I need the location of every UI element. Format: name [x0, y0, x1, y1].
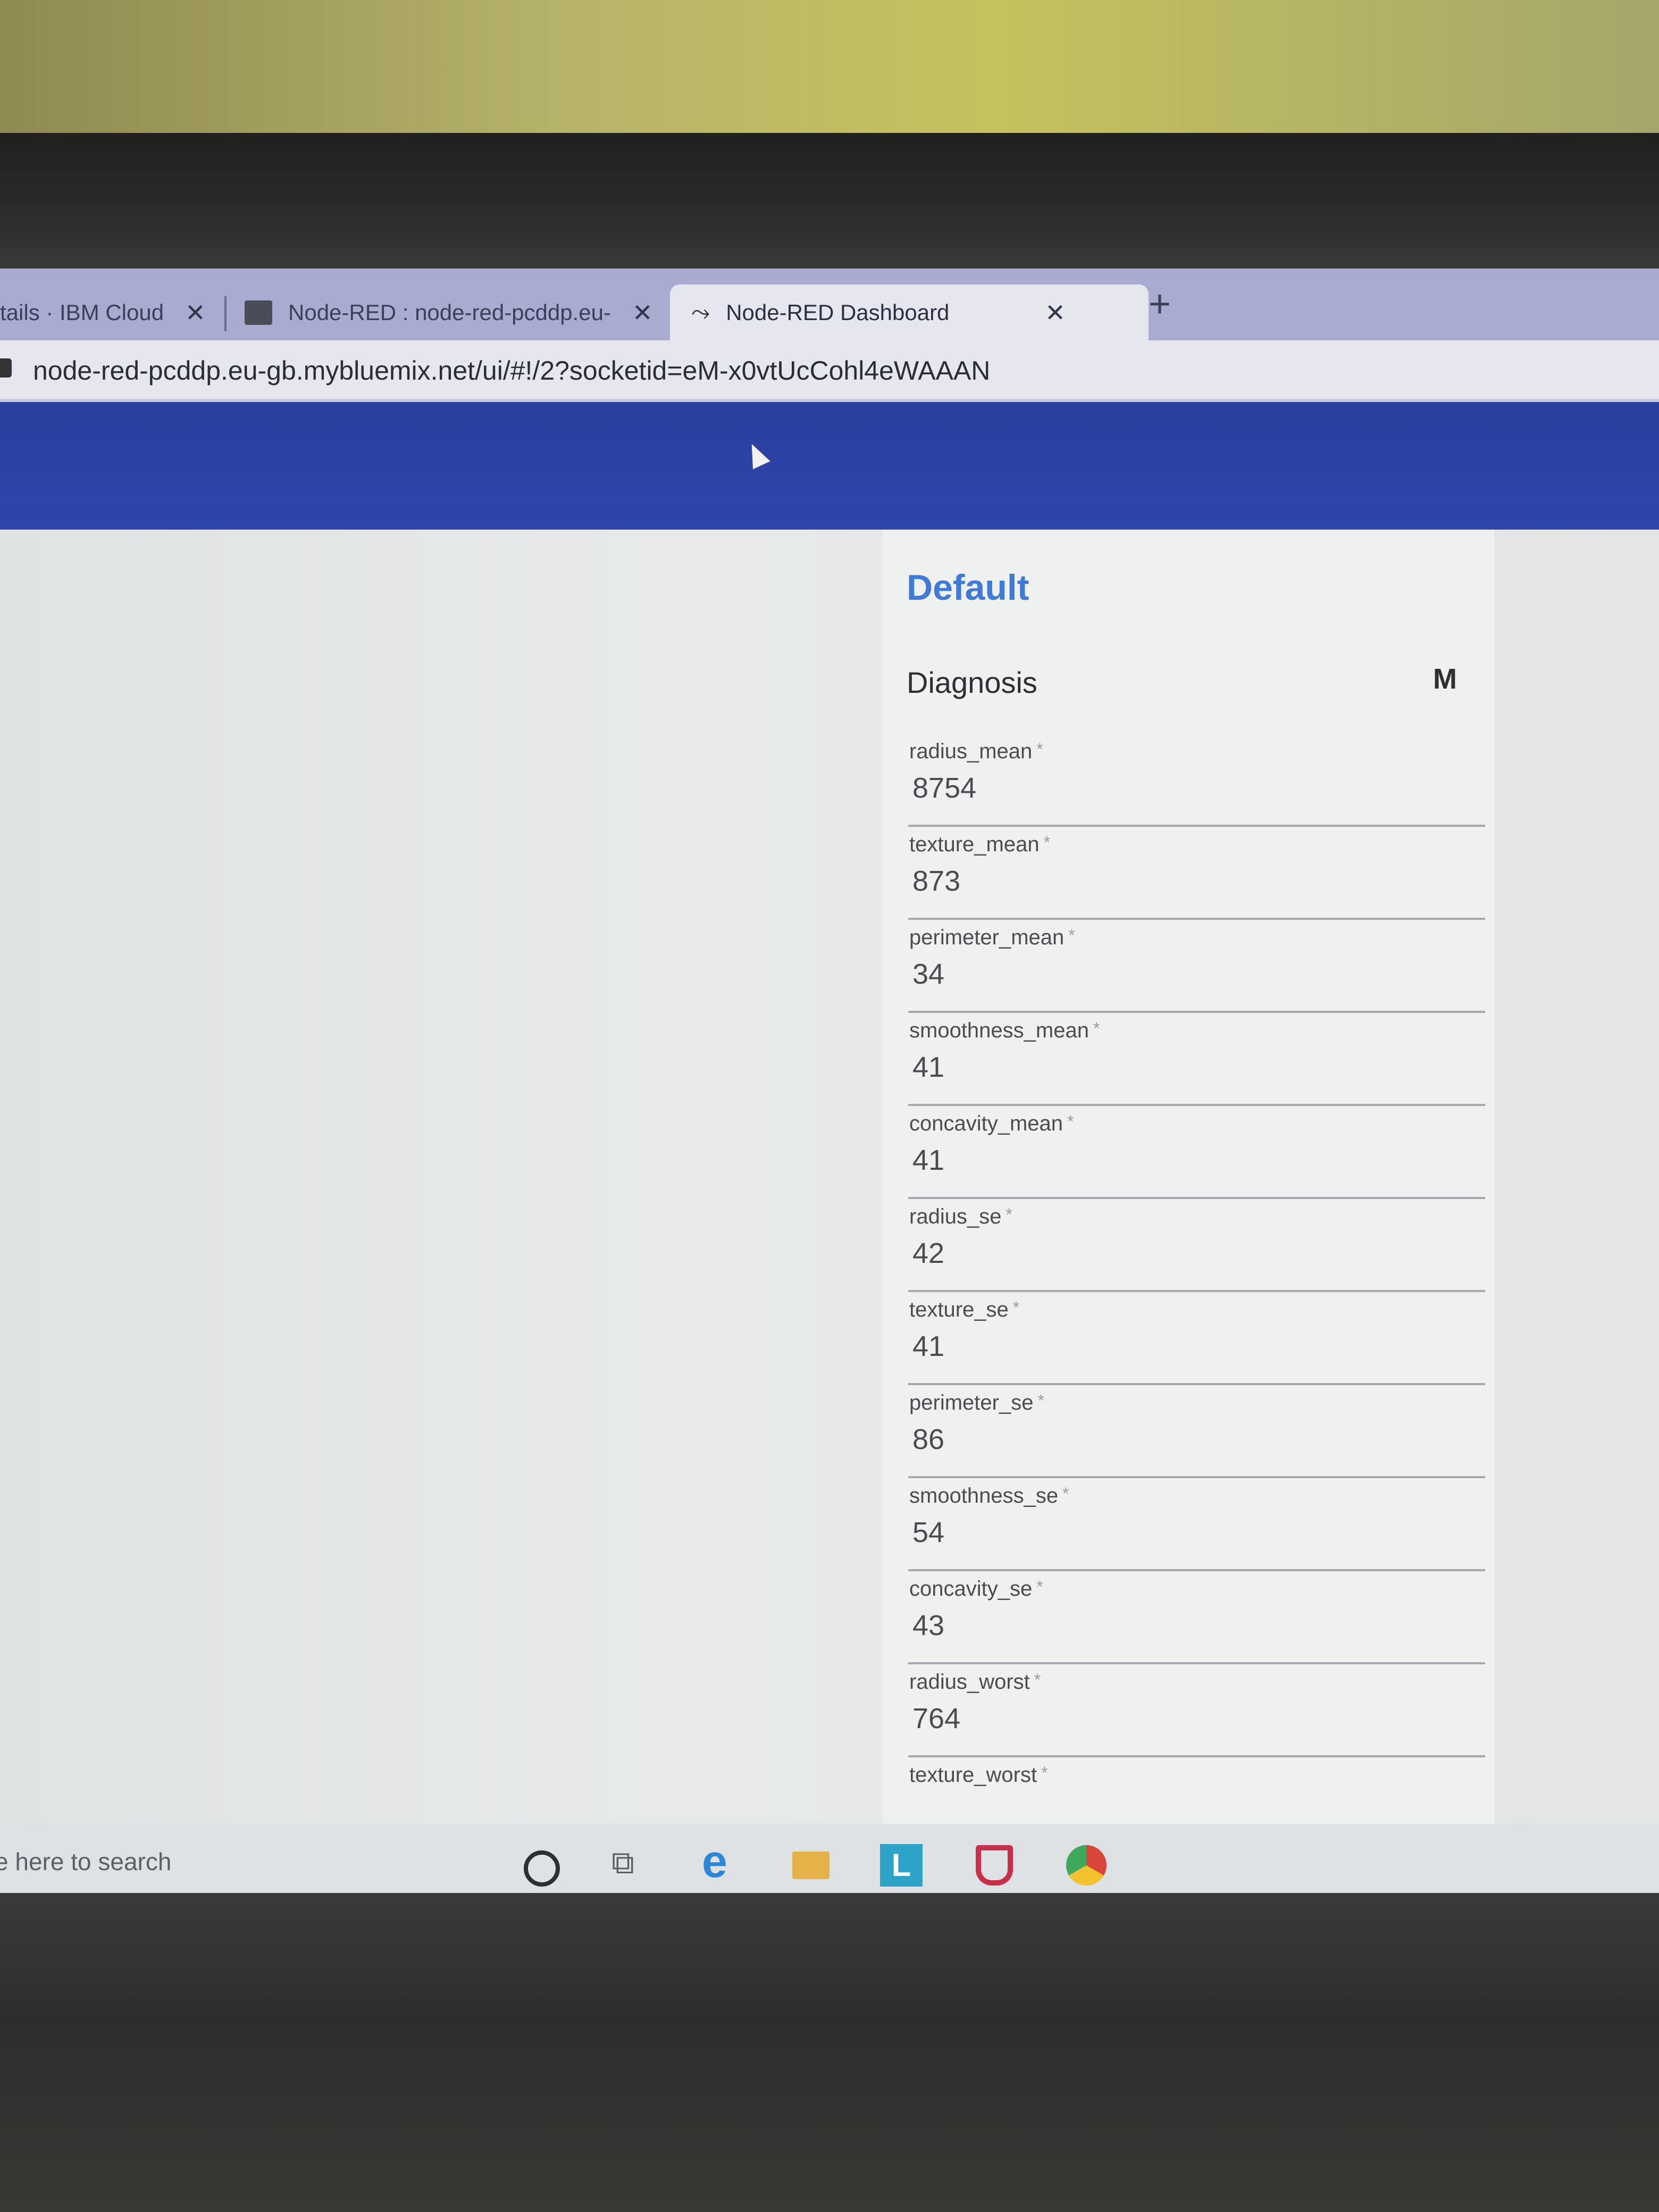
- form-card: Default Diagnosis M radius_mean * 8754 text…: [883, 530, 1494, 1904]
- field-input[interactable]: 34: [912, 958, 944, 991]
- field-label: texture_mean *: [909, 833, 1050, 857]
- group-title: Default: [907, 567, 1029, 608]
- required-marker: *: [1062, 1484, 1069, 1503]
- close-icon[interactable]: ✕: [185, 298, 206, 327]
- field-label-text: concavity_se: [909, 1577, 1033, 1601]
- task-view-icon[interactable]: ⧉: [611, 1844, 634, 1881]
- field-label: radius_se *: [909, 1205, 1012, 1229]
- address-bar[interactable]: node-red-pcddp.eu-gb.mybluemix.net/ui/#!…: [0, 340, 1659, 402]
- form-field[interactable]: smoothness_mean * 41: [908, 1013, 1485, 1106]
- required-marker: *: [1012, 1298, 1020, 1317]
- required-marker: *: [1067, 1112, 1074, 1131]
- field-input[interactable]: 8754: [912, 772, 976, 805]
- field-label-text: radius_worst: [909, 1670, 1030, 1694]
- tab-node-red-editor[interactable]: Node-RED : node-red-pcddp.eu- ✕: [234, 284, 670, 340]
- required-marker: *: [1068, 926, 1075, 945]
- tab-label: Node-RED : node-red-pcddp.eu-: [288, 299, 611, 325]
- field-label: texture_se *: [909, 1298, 1019, 1322]
- required-marker: *: [1006, 1205, 1012, 1224]
- required-marker: *: [1041, 1763, 1048, 1782]
- windows-taskbar: e here to search ⧉ e L: [0, 1824, 1659, 1904]
- form-field[interactable]: concavity_se * 43: [908, 1572, 1485, 1664]
- node-red-dashboard-icon: ⤳: [691, 299, 710, 325]
- field-label-text: smoothness_se: [909, 1484, 1059, 1507]
- background-wall: [0, 0, 1659, 154]
- monitor-bezel-top: [0, 133, 1659, 274]
- field-input[interactable]: 41: [912, 1144, 944, 1177]
- node-red-favicon-icon: [245, 300, 272, 325]
- mcafee-icon[interactable]: [976, 1845, 1013, 1886]
- cortana-icon[interactable]: [524, 1850, 560, 1887]
- required-marker: *: [1036, 740, 1043, 759]
- field-label-text: perimeter_se: [909, 1391, 1034, 1414]
- url-text[interactable]: node-red-pcddp.eu-gb.mybluemix.net/ui/#!…: [33, 355, 990, 386]
- app-l-icon[interactable]: L: [880, 1844, 923, 1887]
- field-label: texture_worst *: [909, 1763, 1048, 1787]
- field-label: concavity_se *: [909, 1577, 1043, 1601]
- field-label: radius_worst *: [909, 1670, 1041, 1694]
- tab-label: Node-RED Dashboard: [726, 299, 950, 325]
- new-tab-button[interactable]: +: [1149, 282, 1171, 326]
- required-marker: *: [1037, 1391, 1044, 1410]
- edge-icon[interactable]: e: [702, 1836, 727, 1888]
- field-input[interactable]: 54: [912, 1516, 944, 1549]
- field-label-text: radius_se: [909, 1205, 1002, 1228]
- field-input[interactable]: 41: [912, 1051, 944, 1084]
- field-input[interactable]: 41: [912, 1330, 944, 1363]
- diagnosis-label: Diagnosis: [907, 666, 1037, 699]
- tab-separator: [224, 296, 227, 331]
- field-input[interactable]: 764: [912, 1702, 960, 1735]
- close-icon[interactable]: ✕: [1045, 298, 1066, 327]
- required-marker: *: [1093, 1019, 1100, 1038]
- close-icon[interactable]: ✕: [632, 298, 653, 327]
- field-label: smoothness_se *: [909, 1484, 1069, 1508]
- form-field[interactable]: radius_mean * 8754: [908, 734, 1485, 827]
- required-marker: *: [1043, 833, 1051, 852]
- field-label-text: concavity_mean: [909, 1112, 1063, 1135]
- field-label-text: texture_se: [909, 1298, 1009, 1321]
- field-input[interactable]: 43: [912, 1609, 944, 1642]
- form-field[interactable]: texture_mean * 873: [908, 827, 1485, 920]
- tab-node-red-dashboard[interactable]: ⤳ Node-RED Dashboard ✕: [670, 284, 1149, 340]
- diagnosis-value: M: [1433, 663, 1457, 695]
- form-field[interactable]: concavity_mean * 41: [908, 1107, 1485, 1199]
- field-label-text: texture_worst: [909, 1763, 1037, 1787]
- field-input[interactable]: 873: [912, 865, 960, 898]
- field-label: concavity_mean *: [909, 1112, 1074, 1136]
- form-field[interactable]: radius_se * 42: [908, 1200, 1485, 1292]
- dashboard-header: [0, 402, 1659, 530]
- tab-label: tails · IBM Cloud: [0, 299, 164, 325]
- file-explorer-icon[interactable]: [792, 1851, 830, 1879]
- taskbar-search-box[interactable]: e here to search: [0, 1847, 171, 1876]
- field-label: perimeter_se *: [909, 1391, 1044, 1415]
- field-label-text: smoothness_mean: [909, 1019, 1089, 1042]
- form-field[interactable]: smoothness_se * 54: [908, 1479, 1485, 1571]
- required-marker: *: [1034, 1670, 1041, 1689]
- field-label: smoothness_mean *: [909, 1019, 1100, 1043]
- form-field[interactable]: texture_se * 41: [908, 1293, 1485, 1385]
- field-input[interactable]: 42: [912, 1237, 944, 1270]
- field-label-text: texture_mean: [909, 833, 1040, 856]
- field-input[interactable]: 86: [912, 1423, 944, 1456]
- form-field[interactable]: perimeter_se * 86: [908, 1386, 1485, 1478]
- field-label: radius_mean *: [909, 740, 1043, 764]
- dashboard-content: Default Diagnosis M radius_mean * 8754 text…: [0, 530, 1659, 1904]
- browser-tab-strip: tails · IBM Cloud ✕ Node-RED : node-red-…: [0, 269, 1659, 340]
- field-label-text: radius_mean: [909, 740, 1033, 763]
- form-field[interactable]: radius_worst * 764: [908, 1665, 1485, 1757]
- required-marker: *: [1036, 1577, 1043, 1596]
- screen: tails · IBM Cloud ✕ Node-RED : node-red-…: [0, 269, 1659, 1904]
- form-field[interactable]: perimeter_mean * 34: [908, 920, 1485, 1013]
- field-label-text: perimeter_mean: [909, 926, 1065, 949]
- chrome-icon[interactable]: [1066, 1845, 1107, 1886]
- monitor-bezel-bottom: [0, 1893, 1659, 2212]
- tab-ibm-cloud[interactable]: tails · IBM Cloud ✕: [0, 284, 223, 340]
- lock-icon: [0, 358, 12, 378]
- field-label: perimeter_mean *: [909, 926, 1075, 950]
